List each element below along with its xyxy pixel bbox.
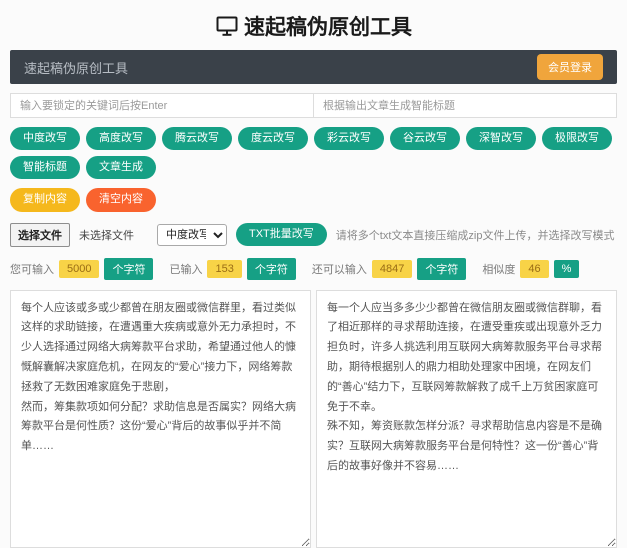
stat-entered: 已输入 153 个字符 (169, 258, 295, 280)
article-generate-button[interactable]: 文章生成 (86, 156, 156, 179)
stat-value-badge: 153 (207, 260, 241, 278)
navbar-brand: 速起稿伪原创工具 (24, 58, 128, 77)
stat-label: 相似度 (482, 261, 515, 277)
source-text-area[interactable]: 每个人应该或多或少都曾在朋友圈或微信群里，看过类似这样的求助链接，在遭遇重大疾病… (10, 290, 311, 548)
rewrite-extreme-button[interactable]: 极限改写 (542, 127, 612, 150)
no-file-selected-text: 未选择文件 (79, 227, 134, 243)
stat-value-badge: 4847 (372, 260, 412, 278)
upload-hint-text: 请将多个txt文本直接压缩成zip文件上传，并选择改写模式 (336, 227, 615, 243)
monitor-icon (215, 14, 239, 38)
char-stats-row: 您可输入 5000 个字符 已输入 153 个字符 还可以输入 4847 个字符… (10, 258, 617, 280)
rewrite-duyun-button[interactable]: 度云改写 (238, 127, 308, 150)
stat-similarity: 相似度 46 % (482, 260, 579, 278)
page-title: 速起稿伪原创工具 (0, 0, 627, 50)
choose-file-button[interactable]: 选择文件 (10, 223, 70, 247)
rewrite-buttons-row: 中度改写 高度改写 腾云改写 度云改写 彩云改写 谷云改写 深智改写 极限改写 … (10, 127, 617, 179)
content-actions-row: 复制内容 清空内容 (10, 188, 617, 211)
stat-label: 已输入 (169, 261, 202, 277)
top-inputs-row (10, 93, 617, 118)
stat-unit-badge: % (554, 260, 580, 278)
navbar: 速起稿伪原创工具 会员登录 (10, 50, 617, 84)
stat-remaining: 还可以输入 4847 个字符 (312, 258, 466, 280)
keyword-lock-input[interactable] (10, 93, 314, 118)
rewrite-medium-button[interactable]: 中度改写 (10, 127, 80, 150)
stat-unit-badge: 个字符 (417, 258, 466, 280)
page-title-text: 速起稿伪原创工具 (244, 11, 412, 41)
rewrite-guyun-button[interactable]: 谷云改写 (390, 127, 460, 150)
stat-unit-badge: 个字符 (104, 258, 153, 280)
rewrite-tengyun-button[interactable]: 腾云改写 (162, 127, 232, 150)
stat-unit-badge: 个字符 (247, 258, 296, 280)
smart-title-button[interactable]: 智能标题 (10, 156, 80, 179)
stat-max-input: 您可输入 5000 个字符 (10, 258, 153, 280)
smart-title-input[interactable] (314, 93, 617, 118)
stat-label: 您可输入 (10, 261, 54, 277)
file-upload-row: 选择文件 未选择文件 中度改写 TXT批量改写 请将多个txt文本直接压缩成zi… (10, 223, 617, 247)
clear-content-button[interactable]: 清空内容 (86, 188, 156, 211)
member-login-button[interactable]: 会员登录 (537, 54, 603, 80)
stat-value-badge: 5000 (59, 260, 99, 278)
txt-batch-rewrite-button[interactable]: TXT批量改写 (236, 223, 327, 246)
copy-content-button[interactable]: 复制内容 (10, 188, 80, 211)
editors-row: 每个人应该或多或少都曾在朋友圈或微信群里，看过类似这样的求助链接，在遭遇重大疾病… (10, 290, 617, 548)
rewrite-shenzhi-button[interactable]: 深智改写 (466, 127, 536, 150)
rewrite-mode-select[interactable]: 中度改写 (157, 224, 227, 246)
rewrite-caiyun-button[interactable]: 彩云改写 (314, 127, 384, 150)
rewrite-high-button[interactable]: 高度改写 (86, 127, 156, 150)
stat-label: 还可以输入 (312, 261, 367, 277)
stat-value-badge: 46 (520, 260, 548, 278)
result-text-area[interactable]: 每一个人应当多多少少都曾在微信朋友圈或微信群聊，看了相近那样的寻求帮助连接，在遭… (316, 290, 617, 548)
